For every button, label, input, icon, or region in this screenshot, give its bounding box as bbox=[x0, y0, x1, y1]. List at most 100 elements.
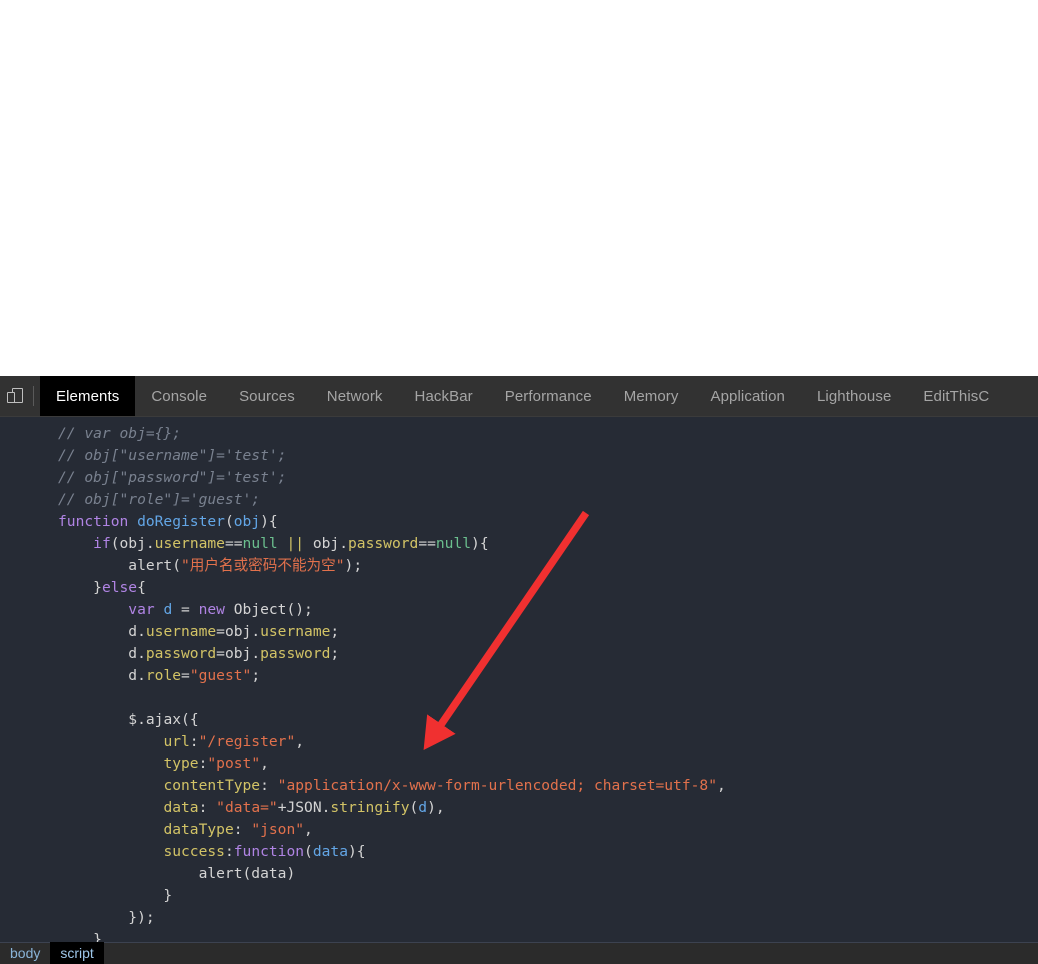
code-token: , bbox=[716, 777, 726, 794]
code-token: ({ bbox=[181, 711, 199, 728]
tab-hackbar[interactable]: HackBar bbox=[399, 376, 489, 416]
code-token: dataType bbox=[163, 821, 234, 838]
code-line: }else{ bbox=[0, 577, 1038, 599]
code-token: ajax bbox=[145, 711, 182, 728]
code-token: else bbox=[101, 579, 138, 596]
breadcrumb-item-body[interactable]: body bbox=[0, 942, 50, 964]
code-token: ){ bbox=[348, 843, 366, 860]
source-code[interactable]: // var obj={}; // obj["username"]='test';… bbox=[0, 417, 1038, 942]
code-token: new bbox=[198, 601, 225, 618]
code-line: d.username=obj.username; bbox=[0, 621, 1038, 643]
devtools-panel: Elements Console Sources Network HackBar Perf… bbox=[0, 376, 1038, 964]
code-token: : bbox=[224, 843, 234, 860]
code-token: =obj. bbox=[216, 623, 261, 640]
code-line: }); bbox=[0, 907, 1038, 929]
code-token: ){ bbox=[471, 535, 489, 552]
code-token: : bbox=[260, 777, 278, 794]
code-token: doRegister bbox=[137, 513, 225, 530]
tab-memory[interactable]: Memory bbox=[608, 376, 695, 416]
tab-network[interactable]: Network bbox=[311, 376, 399, 416]
code-token: "json" bbox=[251, 821, 305, 838]
tab-editthisc[interactable]: EditThisC bbox=[907, 376, 1005, 416]
code-token: type bbox=[163, 755, 199, 772]
code-token: } bbox=[58, 887, 173, 904]
code-line: type:"post", bbox=[0, 753, 1038, 775]
code-token: ); bbox=[344, 557, 363, 574]
tab-sources[interactable]: Sources bbox=[223, 376, 311, 416]
tab-label: Memory bbox=[623, 387, 679, 405]
tab-elements[interactable]: Elements bbox=[40, 376, 136, 416]
code-line: d.password=obj.password; bbox=[0, 643, 1038, 665]
code-token: password bbox=[145, 645, 217, 662]
code-token: contentType bbox=[163, 777, 261, 794]
code-token: username bbox=[154, 535, 225, 552]
code-token: ; bbox=[330, 623, 340, 640]
browser-window: Elements Console Sources Network HackBar Perf… bbox=[0, 0, 1038, 964]
code-line: } bbox=[0, 885, 1038, 907]
code-token: == bbox=[418, 535, 436, 552]
code-line: // var obj={}; bbox=[0, 423, 1038, 445]
code-token: (obj. bbox=[110, 535, 155, 552]
code-token: username bbox=[260, 623, 331, 640]
code-line: contentType: "application/x-www-form-url… bbox=[0, 775, 1038, 797]
code-token: : bbox=[189, 733, 199, 750]
code-line: url:"/register", bbox=[0, 731, 1038, 753]
code-line: function doRegister(obj){ bbox=[0, 511, 1038, 533]
code-token: "application/x-www-form-urlencoded; char… bbox=[277, 777, 717, 794]
code-token: = bbox=[172, 601, 199, 618]
tab-label: Application bbox=[710, 387, 785, 405]
code-token: if bbox=[93, 535, 111, 552]
device-toolbar-button[interactable] bbox=[0, 376, 31, 416]
code-token: }); bbox=[58, 909, 155, 926]
code-line: dataType: "json", bbox=[0, 819, 1038, 841]
tab-label: Sources bbox=[239, 387, 295, 405]
code-token: // obj["password"]='test'; bbox=[58, 469, 287, 486]
code-token: obj bbox=[233, 513, 261, 530]
tab-label: EditThisC bbox=[923, 387, 990, 405]
code-token: d bbox=[418, 799, 428, 816]
code-token: "data=" bbox=[216, 799, 278, 816]
code-line: // obj["username"]='test'; bbox=[0, 445, 1038, 467]
code-token: // obj["username"]='test'; bbox=[58, 447, 287, 464]
tab-label: Lighthouse bbox=[816, 387, 892, 405]
tab-label: Network bbox=[326, 387, 383, 405]
code-token: "/register" bbox=[198, 733, 296, 750]
code-token: "post" bbox=[207, 755, 261, 772]
code-token: ), bbox=[427, 799, 445, 816]
tab-application[interactable]: Application bbox=[695, 376, 801, 416]
tab-label: Elements bbox=[56, 387, 120, 405]
code-token: d bbox=[163, 601, 173, 618]
dom-breadcrumb[interactable]: body script bbox=[0, 941, 1038, 964]
code-line: // obj["password"]='test'; bbox=[0, 467, 1038, 489]
code-token: , bbox=[304, 821, 313, 838]
code-token: function bbox=[58, 513, 138, 530]
code-token: var bbox=[128, 601, 155, 618]
code-token: } bbox=[58, 931, 102, 942]
code-line: } bbox=[0, 929, 1038, 942]
tab-lighthouse[interactable]: Lighthouse bbox=[801, 376, 907, 416]
code-token: ; bbox=[251, 667, 261, 684]
code-token: +JSON. bbox=[277, 799, 331, 816]
elements-source-area[interactable]: // var obj={}; // obj["username"]='test';… bbox=[0, 417, 1038, 942]
breadcrumb-item-script[interactable]: script bbox=[50, 941, 104, 964]
code-token: success bbox=[163, 843, 225, 860]
code-token: password bbox=[348, 535, 419, 552]
tab-performance[interactable]: Performance bbox=[489, 376, 608, 416]
code-token: = bbox=[181, 667, 190, 684]
tab-console[interactable]: Console bbox=[135, 376, 223, 416]
devtools-tabs: Elements Console Sources Network HackBar Perf… bbox=[40, 376, 1005, 416]
code-token: d. bbox=[58, 623, 146, 640]
code-token: == bbox=[224, 535, 243, 552]
code-token: stringify bbox=[330, 799, 410, 816]
code-token: d. bbox=[58, 667, 146, 684]
code-token: , bbox=[260, 755, 269, 772]
code-line: var d = new Object(); bbox=[0, 599, 1038, 621]
code-line: alert(data) bbox=[0, 863, 1038, 885]
